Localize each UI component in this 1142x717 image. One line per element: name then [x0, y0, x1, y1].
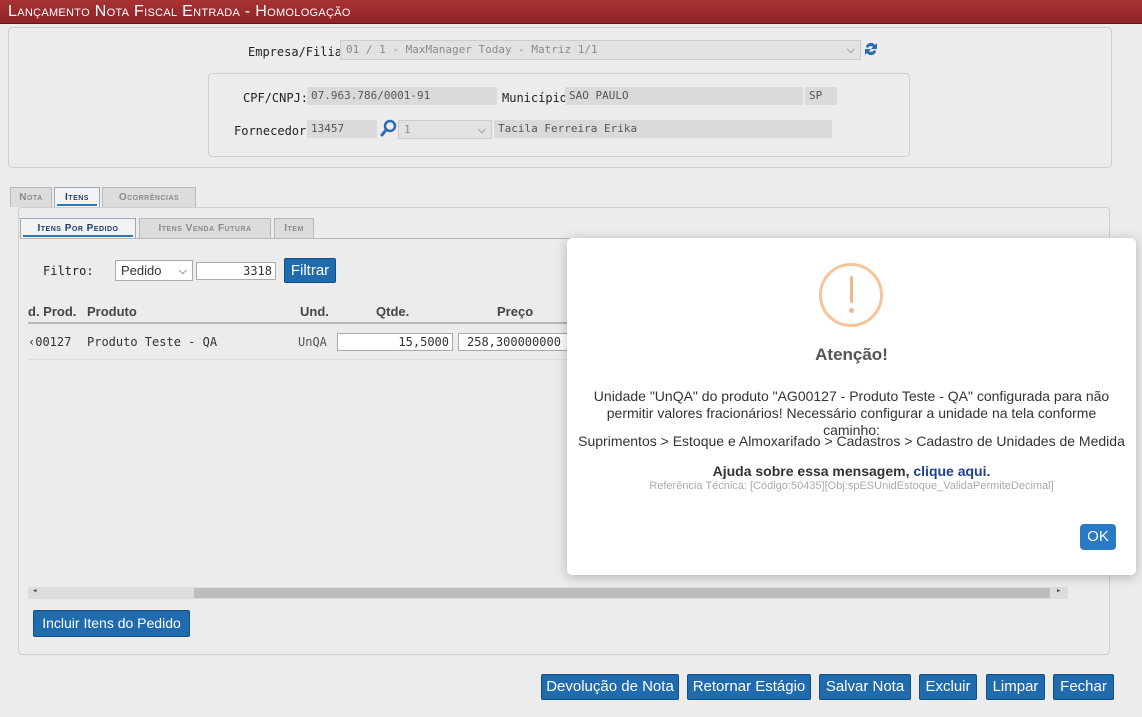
- col-cod-prod[interactable]: d. Prod.: [28, 304, 76, 319]
- municipio-field: SAO PAULO: [565, 87, 803, 105]
- tab-item[interactable]: Item: [274, 218, 314, 238]
- help-link[interactable]: clique aqui.: [913, 463, 990, 479]
- table-row[interactable]: ‹00127 Produto Teste - QA UnQA 15,5000 2…: [28, 326, 578, 358]
- excluir-button[interactable]: Excluir: [919, 674, 977, 700]
- empresa-value: 01 / 1 - MaxManager Today - Matriz 1/1: [346, 43, 598, 56]
- window-title: Lançamento Nota Fiscal Entrada - Homolog…: [0, 0, 1142, 24]
- grid-header: d. Prod. Produto Und. Qtde. Preço: [28, 300, 578, 324]
- tab-nota[interactable]: Nota: [10, 187, 52, 207]
- tab-itens-por-pedido[interactable]: Itens Por Pedido: [20, 218, 136, 238]
- chevron-down-icon: ⌵: [178, 264, 187, 277]
- ok-button[interactable]: OK: [1080, 524, 1116, 550]
- row-divider: [28, 359, 578, 360]
- fornecedor-name-field: Tacila Ferreira Erika: [494, 120, 832, 138]
- col-qtde[interactable]: Qtde.: [376, 304, 409, 319]
- devolucao-button[interactable]: Devolução de Nota: [541, 674, 679, 700]
- col-und[interactable]: Und.: [300, 304, 329, 319]
- tab-ocorrencias[interactable]: Ocorrências: [102, 187, 196, 207]
- filter-label: Filtro:: [43, 264, 94, 278]
- filter-type-value: Pedido: [121, 263, 162, 278]
- cell-produto: Produto Teste - QA: [87, 335, 218, 349]
- cpf-field: 07.963.786/0001-91: [307, 87, 497, 105]
- warning-icon: [819, 263, 883, 327]
- uf-field: SP: [805, 87, 837, 105]
- fornecedor-seq-select[interactable]: 1 ⌵: [398, 120, 492, 139]
- horizontal-scrollbar[interactable]: ◂ ▸: [28, 586, 1068, 599]
- fornecedor-label: Fornecedor:: [234, 124, 314, 138]
- tab-itens[interactable]: Itens: [54, 187, 100, 207]
- chevron-down-icon: ⌵: [477, 123, 486, 136]
- qtde-input[interactable]: 15,5000: [337, 333, 453, 351]
- col-produto[interactable]: Produto: [87, 304, 137, 319]
- chevron-down-icon: ⌵: [846, 43, 855, 56]
- scroll-thumb[interactable]: [194, 588, 1050, 598]
- help-text: Ajuda sobre essa mensagem,: [712, 463, 910, 479]
- tab-itens-venda-futura[interactable]: Itens Venda Futura: [139, 218, 271, 238]
- filter-type-select[interactable]: Pedido ⌵: [115, 260, 193, 281]
- refresh-icon[interactable]: [864, 40, 878, 61]
- supplier-panel: [208, 73, 910, 157]
- scroll-left-icon[interactable]: ◂: [32, 586, 37, 596]
- limpar-button[interactable]: Limpar: [986, 674, 1045, 700]
- fornecedor-seq-value: 1: [404, 123, 411, 136]
- filter-number-input[interactable]: 3318: [196, 262, 276, 280]
- dialog-reference: Referência Técnica: [Código:50435][Obj:s…: [649, 480, 1054, 492]
- dialog-path: Suprimentos > Estoque e Almoxarifado > C…: [578, 433, 1125, 449]
- search-icon[interactable]: [380, 119, 398, 140]
- col-preco[interactable]: Preço: [497, 304, 533, 319]
- empresa-select[interactable]: 01 / 1 - MaxManager Today - Matriz 1/1 ⌵: [340, 40, 861, 60]
- fornecedor-code-field: 13457: [307, 120, 377, 138]
- fechar-button[interactable]: Fechar: [1053, 674, 1114, 700]
- cell-und: UnQA: [298, 335, 327, 349]
- cell-codigo: ‹00127: [28, 335, 72, 349]
- incluir-itens-button[interactable]: Incluir Itens do Pedido: [33, 610, 190, 637]
- salvar-nota-button[interactable]: Salvar Nota: [819, 674, 911, 700]
- preco-input[interactable]: 258,300000000: [458, 333, 573, 351]
- scroll-right-icon[interactable]: ▸: [1056, 586, 1061, 596]
- dialog-help: Ajuda sobre essa mensagem, clique aqui.: [587, 463, 1116, 480]
- retornar-estagio-button[interactable]: Retornar Estágio: [687, 674, 811, 700]
- filtrar-button[interactable]: Filtrar: [284, 258, 336, 283]
- municipio-label: Município:: [502, 91, 575, 105]
- cpf-label: CPF/CNPJ:: [243, 91, 309, 105]
- alert-dialog: Atenção! Unidade "UnQA" do produto "AG00…: [567, 238, 1136, 575]
- dialog-title: Atenção!: [815, 345, 888, 364]
- dialog-message-line1: Unidade "UnQA" do produto "AG00127 - Pro…: [593, 388, 1110, 404]
